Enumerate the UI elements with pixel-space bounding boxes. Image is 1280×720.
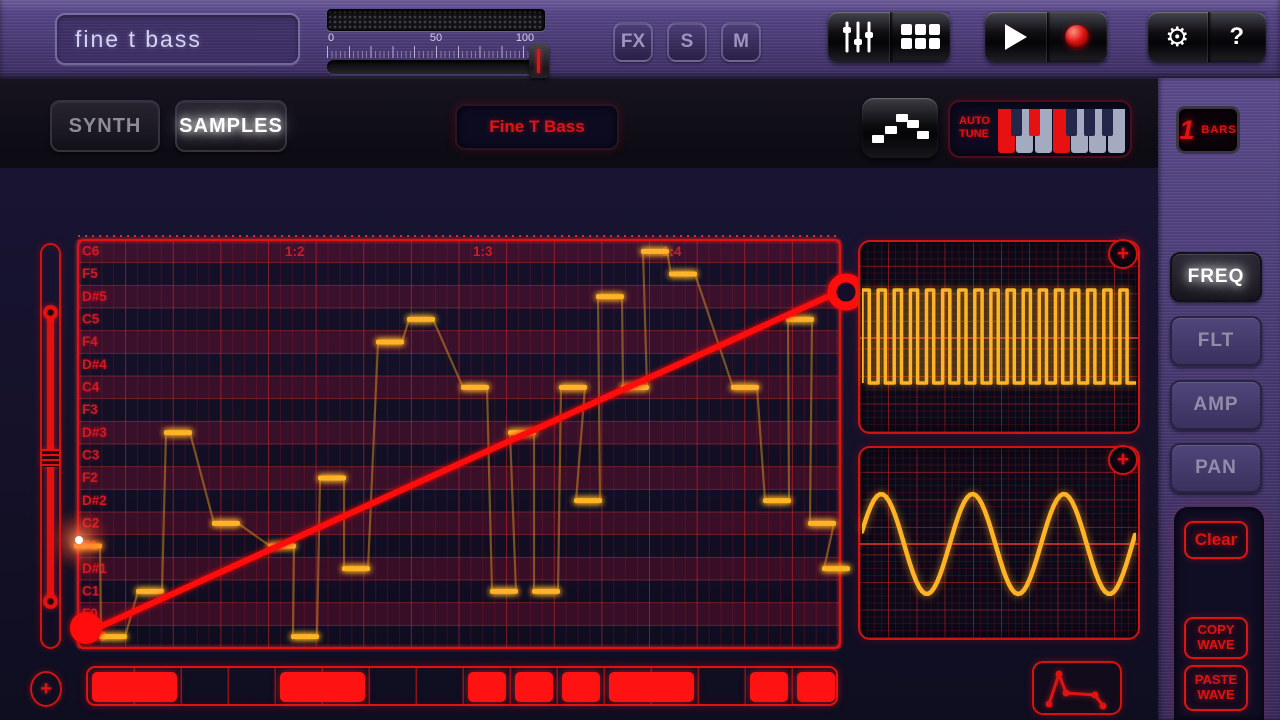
tab-synth[interactable]: SYNTH	[50, 100, 160, 152]
step-pattern-button[interactable]	[862, 98, 938, 158]
svg-text:D#2: D#2	[82, 493, 107, 508]
svg-text:D#1: D#1	[82, 561, 107, 576]
paste-wave-button[interactable]: PASTE WAVE	[1184, 665, 1248, 711]
square-wave-plot	[862, 244, 1136, 430]
auto-tune-panel[interactable]: AUTO TUNE	[948, 100, 1132, 158]
auto-tune-label: AUTO TUNE	[959, 115, 990, 141]
help-icon: ?	[1229, 23, 1244, 51]
svg-text:D#4: D#4	[82, 357, 107, 372]
svg-text:C4: C4	[82, 380, 100, 395]
volume-ruler-minor-ticks	[327, 51, 546, 58]
record-icon	[1065, 25, 1089, 49]
note-length-row[interactable]	[86, 666, 838, 706]
svg-text:D#3: D#3	[82, 425, 107, 440]
piano-black-key-2[interactable]	[1066, 109, 1077, 136]
freq-range-slider-bottom-knob[interactable]	[43, 594, 58, 609]
svg-text:F2: F2	[82, 470, 98, 485]
wave-slot-b-add-button[interactable]: +	[1108, 445, 1138, 475]
app-window: fine t bass 0 50 100 FX S M	[0, 0, 1280, 720]
freq-range-slider-grip[interactable]	[42, 449, 59, 467]
wave-slot-b-panel[interactable]	[858, 446, 1140, 640]
svg-text:C5: C5	[82, 312, 100, 327]
svg-text:1:3: 1:3	[473, 244, 493, 259]
tab-samples[interactable]: SAMPLES	[175, 100, 287, 152]
note-length-block-1[interactable]	[280, 672, 365, 702]
settings-group: ⚙ ?	[1148, 12, 1266, 62]
svg-text:D#5: D#5	[82, 289, 107, 304]
note-length-block-2[interactable]	[468, 672, 506, 702]
sample-title-display: Fine T Bass	[455, 104, 619, 150]
freq-range-slider[interactable]	[40, 243, 61, 649]
play-button[interactable]	[985, 12, 1046, 62]
master-volume-slider[interactable]	[327, 60, 545, 74]
fx-button[interactable]: FX	[613, 22, 653, 62]
mixer-faders-icon	[838, 20, 878, 54]
volume-scale-50: 50	[424, 32, 448, 44]
sine-wave-plot	[862, 450, 1136, 636]
bars-display[interactable]: 1 BARS	[1176, 106, 1240, 154]
wave-actions-panel: Clear COPY WAVE PASTE WAVE	[1174, 507, 1264, 720]
auto-tune-keyboard[interactable]	[998, 109, 1126, 153]
bars-value: 1	[1179, 115, 1194, 146]
svg-text:F3: F3	[82, 402, 98, 417]
tab-flt[interactable]: FLT	[1170, 316, 1262, 366]
note-length-block-7[interactable]	[797, 672, 835, 702]
clear-button[interactable]: Clear	[1184, 521, 1248, 559]
piano-black-key-1[interactable]	[1029, 109, 1040, 136]
preset-name-text: fine t bass	[75, 26, 202, 53]
volume-scale-0: 0	[319, 32, 343, 44]
envelope-icon	[1035, 664, 1119, 712]
led-level-meter	[327, 9, 545, 31]
tab-freq[interactable]: FREQ	[1170, 252, 1262, 302]
copy-wave-button[interactable]: COPY WAVE	[1184, 617, 1248, 659]
gear-icon: ⚙	[1165, 24, 1189, 51]
mute-button[interactable]: M	[721, 22, 761, 62]
bars-unit-label: BARS	[1201, 124, 1236, 136]
view-switch-group	[828, 12, 950, 62]
volume-scale-100: 100	[513, 32, 537, 44]
add-lane-button[interactable]: +	[30, 671, 62, 707]
pattern-grid-button[interactable]	[889, 12, 951, 62]
record-button[interactable]	[1046, 12, 1108, 62]
step-pattern-icon	[864, 102, 936, 154]
piano-black-key-4[interactable]	[1102, 109, 1113, 136]
mixer-view-button[interactable]	[828, 12, 889, 62]
help-button[interactable]: ?	[1207, 12, 1267, 62]
transport-group	[985, 12, 1107, 62]
piano-black-key-3[interactable]	[1084, 109, 1095, 136]
wave-slot-a-panel[interactable]	[858, 240, 1140, 434]
note-length-block-5[interactable]	[609, 672, 694, 702]
solo-button[interactable]: S	[667, 22, 707, 62]
note-length-block-4[interactable]	[562, 672, 600, 702]
envelope-button[interactable]	[1032, 661, 1122, 715]
piano-black-key-0[interactable]	[1011, 109, 1022, 136]
settings-button[interactable]: ⚙	[1148, 12, 1207, 62]
svg-text:F5: F5	[82, 266, 98, 281]
tab-pan[interactable]: PAN	[1170, 443, 1262, 493]
wave-slot-a-add-button[interactable]: +	[1108, 239, 1138, 269]
pattern-grid-icon	[899, 22, 941, 52]
freq-range-slider-top-knob[interactable]	[43, 305, 58, 320]
svg-text:1:2: 1:2	[285, 244, 305, 259]
svg-text:C1: C1	[82, 584, 100, 599]
note-length-block-0[interactable]	[92, 672, 177, 702]
note-length-block-3[interactable]	[515, 672, 553, 702]
svg-text:C6: C6	[82, 244, 100, 259]
note-length-block-6[interactable]	[750, 672, 788, 702]
svg-text:F4: F4	[82, 334, 98, 349]
master-volume-handle[interactable]	[529, 44, 549, 78]
tab-amp[interactable]: AMP	[1170, 380, 1262, 430]
play-icon	[1001, 22, 1029, 52]
svg-text:C3: C3	[82, 448, 100, 463]
preset-name-field[interactable]: fine t bass	[55, 13, 300, 65]
